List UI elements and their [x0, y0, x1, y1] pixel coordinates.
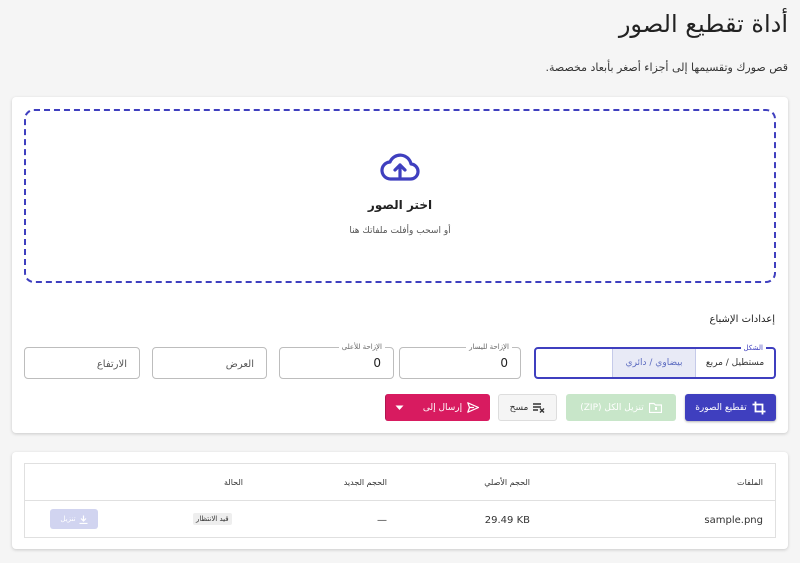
header-divider [25, 500, 775, 501]
width-field [152, 347, 267, 379]
files-card: الملفات الحجم الأصلي الحجم الجديد الحالة… [12, 452, 788, 549]
download-zip-button[interactable]: تنزيل الكل (ZIP) [566, 394, 676, 421]
column-header-original-size: الحجم الأصلي [484, 478, 530, 487]
send-to-button[interactable]: إرسال إلى [412, 394, 490, 421]
height-input[interactable] [25, 348, 139, 378]
offset-y-field: الإزاحة للأعلى [279, 342, 394, 379]
offset-y-label: الإزاحة للأعلى [338, 342, 385, 352]
clear-button[interactable]: مسح [498, 394, 557, 421]
download-button[interactable]: تنزيل [50, 509, 98, 529]
send-to-label: إرسال إلى [422, 402, 463, 413]
send-to-dropdown-button[interactable] [385, 394, 412, 421]
shape-selector: الشكل مستطيل / مربع بيضاوي / دائري [534, 343, 776, 379]
download-button-label: تنزيل [60, 515, 76, 523]
upload-dropzone[interactable]: اختر الصور أو اسحب وأفلت ملفاتك هنا [24, 109, 776, 283]
settings-card: اختر الصور أو اسحب وأفلت ملفاتك هنا إعدا… [12, 97, 788, 433]
page-title: أداة تقطيع الصور [618, 10, 788, 38]
offset-x-field: الإزاحة لليسار [399, 342, 521, 379]
original-size-cell: 29.49 KB [484, 515, 530, 526]
crop-button-label: تقطيع الصورة [695, 402, 747, 413]
clear-button-label: مسح [509, 402, 529, 413]
shape-option-rectangle[interactable]: مستطيل / مربع [696, 349, 774, 377]
cloud-upload-icon [380, 151, 420, 185]
page-subtitle: قص صورك وتقسيمها إلى أجزاء أصغر بأبعاد م… [545, 61, 788, 74]
offset-x-label: الإزاحة لليسار [466, 342, 512, 352]
download-icon [79, 515, 88, 524]
height-field [24, 347, 140, 379]
folder-zip-icon [648, 402, 662, 413]
send-icon [467, 402, 480, 413]
chevron-down-icon [395, 405, 404, 411]
offset-y-input[interactable] [280, 348, 393, 378]
upload-subtitle: أو اسحب وأفلت ملفاتك هنا [349, 226, 451, 236]
width-input[interactable] [153, 348, 266, 378]
offset-x-input[interactable] [400, 348, 520, 378]
column-header-new-size: الحجم الجديد [343, 478, 387, 487]
settings-section-label: إعدادات الإشباع [709, 314, 776, 325]
file-name-cell: sample.png [704, 515, 763, 526]
new-size-cell: — [377, 515, 387, 526]
crop-icon [752, 401, 766, 415]
column-header-status: الحالة [224, 478, 243, 487]
clear-list-icon [533, 402, 545, 413]
shape-option-ellipse[interactable]: بيضاوي / دائري [612, 349, 696, 377]
column-header-files: الملفات [737, 478, 763, 487]
upload-title: اختر الصور [367, 198, 433, 212]
files-table: الملفات الحجم الأصلي الحجم الجديد الحالة… [24, 463, 776, 538]
status-badge: قيد الانتظار [193, 513, 232, 525]
crop-button[interactable]: تقطيع الصورة [685, 394, 776, 421]
download-zip-label: تنزيل الكل (ZIP) [580, 402, 644, 413]
